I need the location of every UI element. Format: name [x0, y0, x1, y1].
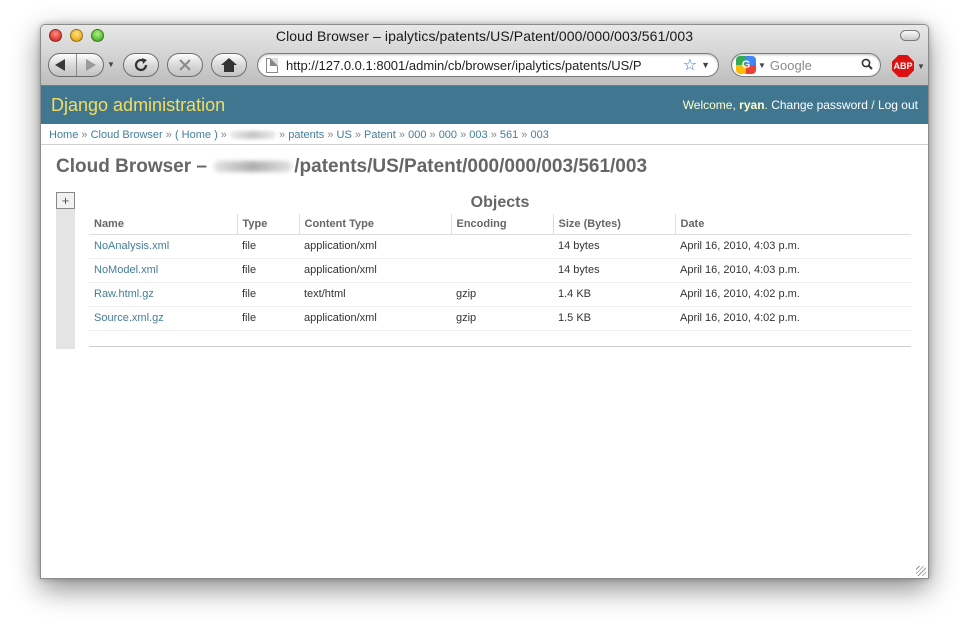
file-size: 1.4 KB: [553, 282, 675, 307]
file-date: April 16, 2010, 4:02 p.m.: [675, 306, 911, 331]
reload-button[interactable]: [123, 53, 159, 77]
resize-grip-icon[interactable]: [916, 566, 926, 576]
history-dropdown-icon[interactable]: ▼: [107, 60, 115, 69]
objects-module: + Objects Name Type Content Type Encodin…: [56, 192, 913, 352]
breadcrumb-home[interactable]: Home: [49, 129, 78, 141]
breadcrumb-patents[interactable]: patents: [288, 129, 324, 141]
objects-table: Name Type Content Type Encoding Size (By…: [89, 214, 911, 331]
content-type: application/xml: [299, 234, 451, 259]
page-content: Django administration Welcome, ryan. Cha…: [41, 86, 928, 578]
file-size: 14 bytes: [553, 258, 675, 283]
toolbar-toggle-button[interactable]: [900, 30, 920, 41]
logout-link[interactable]: Log out: [878, 98, 918, 112]
url-text[interactable]: http://127.0.0.1:8001/admin/cb/browser/i…: [286, 58, 681, 73]
magnifier-icon[interactable]: [861, 58, 873, 73]
encoding: gzip: [451, 306, 553, 331]
home-icon: [221, 58, 237, 72]
column-header-encoding[interactable]: Encoding: [450, 214, 553, 235]
breadcrumb-us[interactable]: US: [337, 129, 352, 141]
breadcrumb-container-home[interactable]: ( Home ): [175, 129, 218, 141]
user-tools: Welcome, ryan. Change password / Log out: [682, 98, 918, 112]
column-header-size[interactable]: Size (Bytes): [552, 214, 675, 235]
file-type: file: [237, 234, 299, 259]
window-title: Cloud Browser – ipalytics/patents/US/Pat…: [275, 28, 694, 44]
bookmark-star-icon[interactable]: ☆: [683, 55, 697, 75]
breadcrumb-561[interactable]: 561: [500, 129, 518, 141]
breadcrumb-patent[interactable]: Patent: [364, 129, 396, 141]
adblock-plus-icon[interactable]: ABP: [892, 55, 914, 77]
google-logo-icon[interactable]: G: [736, 56, 756, 74]
file-type: file: [237, 282, 299, 307]
file-size: 1.5 KB: [553, 306, 675, 331]
table-row: Raw.html.gz file text/html gzip 1.4 KB A…: [89, 282, 911, 307]
table-row: NoModel.xml file application/xml 14 byte…: [89, 258, 911, 283]
file-date: April 16, 2010, 4:02 p.m.: [675, 282, 911, 307]
forward-arrow-icon[interactable]: [75, 54, 103, 76]
browser-window: Cloud Browser – ipalytics/patents/US/Pat…: [40, 24, 929, 579]
stop-icon: [179, 59, 191, 71]
user-tools-separator: /: [867, 98, 878, 112]
page-icon: [266, 57, 278, 73]
reload-icon: [134, 58, 148, 72]
browser-chrome: Cloud Browser – ipalytics/patents/US/Pat…: [41, 25, 928, 86]
breadcrumb-cloud-browser[interactable]: Cloud Browser: [91, 129, 163, 141]
file-size: 14 bytes: [553, 234, 675, 259]
sidebar-strip: [56, 192, 75, 349]
url-dropdown-icon[interactable]: ▼: [701, 60, 710, 70]
redacted-title-segment: [214, 161, 293, 173]
column-header-date[interactable]: Date: [674, 214, 911, 235]
column-header-content-type[interactable]: Content Type: [298, 214, 451, 235]
home-button[interactable]: [211, 53, 247, 77]
file-date: April 16, 2010, 4:03 p.m.: [675, 258, 911, 283]
django-header: Django administration Welcome, ryan. Cha…: [41, 86, 928, 124]
back-arrow-icon[interactable]: [49, 54, 76, 76]
page-title: Cloud Browser – /patents/US/Patent/000/0…: [56, 156, 648, 177]
address-bar[interactable]: http://127.0.0.1:8001/admin/cb/browser/i…: [257, 53, 719, 77]
objects-panel: Objects Name Type Content Type Encoding …: [89, 192, 911, 347]
breadcrumb-003-b[interactable]: 003: [530, 129, 548, 141]
adblock-dropdown-icon[interactable]: ▼: [917, 62, 925, 71]
breadcrumb-003-a[interactable]: 003: [469, 129, 487, 141]
site-branding[interactable]: Django administration: [51, 95, 225, 116]
search-placeholder[interactable]: Google: [770, 58, 861, 73]
encoding: [451, 258, 553, 283]
column-header-type[interactable]: Type: [236, 214, 299, 235]
file-link[interactable]: NoModel.xml: [94, 264, 158, 276]
change-password-link[interactable]: Change password: [771, 98, 868, 112]
content-type: text/html: [299, 282, 451, 307]
search-bar[interactable]: G ▼ Google: [731, 53, 881, 77]
table-header-row: Name Type Content Type Encoding Size (By…: [89, 214, 911, 235]
expand-toggle-button[interactable]: +: [56, 192, 75, 209]
column-header-name[interactable]: Name: [89, 214, 237, 235]
content-type: application/xml: [299, 306, 451, 331]
table-footer: [89, 331, 911, 347]
username: ryan: [739, 98, 765, 112]
file-link[interactable]: Source.xml.gz: [94, 312, 164, 324]
breadcrumb: Home » Cloud Browser » ( Home ) » » pate…: [41, 124, 928, 145]
stop-button[interactable]: [167, 53, 203, 77]
redacted-text: [229, 131, 276, 140]
main-content: Cloud Browser – /patents/US/Patent/000/0…: [41, 145, 928, 362]
table-row: Source.xml.gz file application/xml gzip …: [89, 306, 911, 331]
welcome-text: Welcome,: [682, 98, 736, 112]
file-link[interactable]: NoAnalysis.xml: [94, 240, 169, 252]
back-forward-buttons: [48, 53, 104, 77]
file-type: file: [237, 258, 299, 283]
file-type: file: [237, 306, 299, 331]
encoding: [451, 234, 553, 259]
breadcrumb-000-a[interactable]: 000: [408, 129, 426, 141]
table-row: NoAnalysis.xml file application/xml 14 b…: [89, 234, 911, 259]
breadcrumb-000-b[interactable]: 000: [439, 129, 457, 141]
file-date: April 16, 2010, 4:03 p.m.: [675, 234, 911, 259]
objects-heading: Objects: [470, 194, 530, 211]
content-type: application/xml: [299, 258, 451, 283]
encoding: gzip: [451, 282, 553, 307]
file-link[interactable]: Raw.html.gz: [94, 288, 154, 300]
search-engine-dropdown-icon[interactable]: ▼: [758, 61, 766, 70]
